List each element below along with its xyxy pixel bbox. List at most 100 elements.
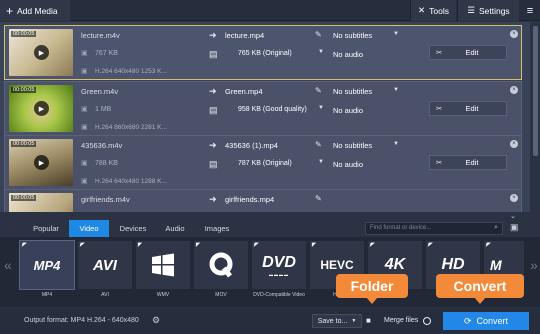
source-info: H.264 640x480 1253 K... [95,68,167,75]
convert-callout-label: Convert [453,278,507,294]
chevron-down-icon[interactable]: ▼ [318,159,324,165]
edit-label: Edit [465,158,479,167]
format-wmv[interactable]: ◤ WMV [136,241,190,304]
subtitles-dropdown[interactable]: No subtitles [333,87,372,96]
file-list: 00:00:05 ▶ lecture.m4v ▣ 767 KB ▣ H.264 … [0,22,530,212]
file-row[interactable]: 00:00:05 ▶ lecture.m4v ▣ 767 KB ▣ H.264 … [4,25,522,80]
format-tab-bar: Popular Video Devices Audio Images Find … [0,220,540,237]
scrollbar-thumb[interactable] [533,26,538,156]
format-mp4[interactable]: ◤ MP4 MP4 [19,240,75,304]
output-filename: Green.mp4 [225,87,263,96]
hevc-logo: HEVC [320,258,354,272]
video-thumbnail[interactable]: 00:00:05 [9,193,73,212]
subtitles-dropdown[interactable]: No subtitles [333,31,372,40]
search-placeholder: Find format or device... [370,225,432,231]
file-list-scrollbar[interactable] [531,22,540,212]
pencil-icon[interactable]: ✎ [315,30,322,39]
source-filename: 435636.m4v [81,141,123,150]
add-media-button[interactable]: + Add Media [0,0,70,21]
source-info: H.264 640x480 1288 K... [95,178,167,185]
windows-logo-icon [152,253,174,277]
scissors-icon: ✂ [435,158,443,167]
chevron-double-left-icon[interactable]: « [4,257,12,273]
subtitles-dropdown[interactable] [333,195,339,204]
subtitles-dropdown[interactable]: No subtitles [333,141,372,150]
file-row[interactable]: 00:00:05 ▶ Green.m4v ▣ 1 MB ▣ H.264 860x… [4,81,522,136]
tab-devices[interactable]: Devices [110,220,156,237]
chevron-double-down-icon[interactable]: ⌄ [510,212,516,220]
output-filename: lecture.mp4 [225,31,265,40]
format-avi[interactable]: ◤ AVI AVI [78,241,132,304]
chevron-double-right-icon[interactable]: » [530,257,538,273]
avi-logo: AVI [93,256,117,274]
tab-audio[interactable]: Audio [157,220,193,237]
chevron-down-icon[interactable]: ▼ [318,105,324,111]
output-filename: 435636 (1).mp4 [225,141,278,150]
gear-icon[interactable]: ⚙ [152,315,160,326]
chevron-down-icon[interactable]: ▼ [393,31,399,37]
format-mov[interactable]: ◤ MOV [194,241,248,304]
settings-button[interactable]: ☰ Settings [457,0,519,21]
pencil-icon[interactable]: ✎ [315,86,322,95]
save-to-dropdown[interactable]: Save to... ▼ [312,314,362,328]
edit-button[interactable]: ✂ Edit [429,155,507,170]
format-dvd[interactable]: ◤ DVD ▬▬▬▬ DVD-Compatible Video [252,241,306,304]
merge-files-toggle[interactable] [423,317,431,325]
remove-file-icon[interactable]: × [510,140,518,148]
play-icon[interactable]: ▶ [34,155,49,170]
play-icon[interactable]: ▶ [34,101,49,116]
plus-icon: + [6,3,14,18]
tab-video[interactable]: Video [69,220,109,237]
bottom-bar: Output format: MP4 H.264 - 640x480 ⚙ Sav… [0,307,540,334]
arrow-right-icon: ➜ [209,86,217,96]
pencil-icon[interactable]: ✎ [315,194,322,203]
merge-files-label: Merge files [384,317,419,324]
output-filename: girlfriends.mp4 [225,195,275,204]
remove-file-icon[interactable]: × [510,86,518,94]
file-row[interactable]: 00:00:05 ▶ 435636.m4v ▣ 788 KB ▣ H.264 6… [4,135,522,190]
tab-popular[interactable]: Popular [24,220,68,237]
file-row[interactable]: 00:00:05 girlfriends.m4v ➜ girlfriends.m… [4,189,522,212]
chevron-down-icon[interactable]: ▼ [393,87,399,93]
quicktime-logo-icon [209,252,233,278]
search-icon[interactable]: ⌕ [494,224,498,232]
tab-images[interactable]: Images [194,220,240,237]
folder-callout-label: Folder [350,278,394,294]
remove-file-icon[interactable]: × [510,194,518,202]
video-thumbnail[interactable]: 00:00:05 ▶ [9,85,73,132]
source-filename: Green.m4v [81,87,119,96]
video-thumbnail[interactable]: 00:00:05 ▶ [9,29,73,76]
audio-dropdown[interactable]: No audio [333,106,363,115]
hamburger-menu-icon[interactable]: ≡ [520,0,540,21]
device-detect-icon[interactable]: ▣ [510,222,519,233]
folder-icon[interactable]: ■ [366,316,371,325]
edit-button[interactable]: ✂ Edit [429,45,507,60]
file-icon: ▣ [81,50,88,57]
arrow-right-icon: ➜ [209,194,217,204]
output-format-label: Output format: MP4 H.264 - 640x480 [24,317,139,324]
format-label: DVD-Compatible Video [253,292,305,298]
save-to-label: Save to... [317,317,348,325]
chevron-down-icon: ▼ [351,318,357,324]
video-thumbnail[interactable]: 00:00:05 ▶ [9,139,73,186]
output-size-icon: ▤ [209,159,218,169]
format-label: MP4 [41,292,53,298]
play-icon[interactable]: ▶ [34,45,49,60]
tools-button[interactable]: ✕ Tools [410,0,456,21]
convert-button[interactable]: ⟳ Convert [443,312,529,330]
output-size: 765 KB (Original) [238,50,292,57]
chevron-down-icon[interactable]: ▼ [318,49,324,55]
format-search-input[interactable]: Find format or device... ⌕ [365,222,503,235]
pencil-icon[interactable]: ✎ [315,140,322,149]
dvd-video-sub: ▬▬▬▬ [269,271,289,277]
remove-file-icon[interactable]: × [510,30,518,38]
convert-label: Convert [476,316,509,326]
arrow-right-icon: ➜ [209,140,217,150]
output-size: 787 KB (Original) [238,160,292,167]
edit-button[interactable]: ✂ Edit [429,101,507,116]
chevron-down-icon[interactable]: ▼ [393,141,399,147]
info-icon: ▣ [81,124,88,131]
duration-badge: 00:00:05 [11,31,37,37]
audio-dropdown[interactable]: No audio [333,50,363,59]
audio-dropdown[interactable]: No audio [333,160,363,169]
